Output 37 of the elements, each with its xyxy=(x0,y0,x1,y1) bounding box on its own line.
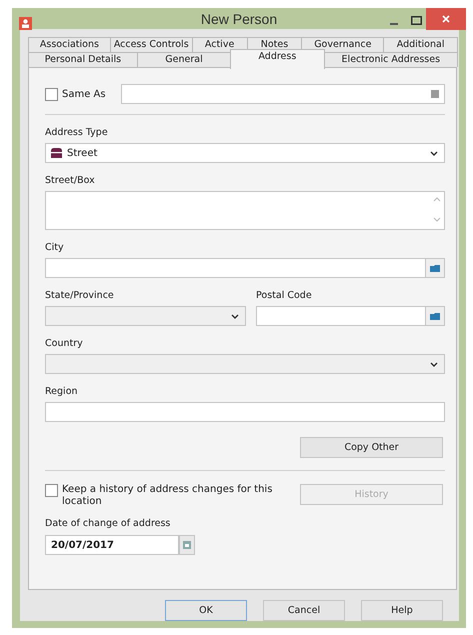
dialog-button[interactable]: OK xyxy=(165,600,247,621)
field-label: State/Province xyxy=(45,290,115,301)
calendar-button[interactable] xyxy=(179,535,195,555)
close-icon[interactable] xyxy=(426,8,466,30)
same-as-field[interactable] xyxy=(121,84,445,104)
field-label: Street/Box xyxy=(45,175,96,186)
field-label: Country xyxy=(45,338,84,349)
window-title: New Person xyxy=(200,10,278,26)
mailbox-icon xyxy=(51,148,62,158)
person-icon xyxy=(19,17,32,30)
field-label: Date of change of address xyxy=(45,518,172,529)
tab[interactable]: Personal Details xyxy=(28,52,138,67)
copy-other-button[interactable]: Copy Other xyxy=(300,437,443,458)
dialog-button[interactable]: Help xyxy=(361,600,443,621)
address-type-dropdown[interactable]: Street xyxy=(45,143,445,163)
region-field[interactable] xyxy=(45,402,445,422)
city-field[interactable] xyxy=(45,258,445,278)
checkbox-label: Keep a history of address changes for this location xyxy=(62,484,274,508)
dialog-button[interactable]: Cancel xyxy=(263,600,345,621)
tab[interactable]: Associations xyxy=(28,37,111,52)
tab[interactable]: Address xyxy=(230,49,325,69)
folder-icon[interactable] xyxy=(430,264,440,272)
maximize-icon[interactable] xyxy=(411,16,422,25)
field-label: Postal Code xyxy=(256,290,313,301)
calendar-icon xyxy=(183,541,191,549)
chevron-down-icon[interactable] xyxy=(430,150,438,156)
tab[interactable]: Electronic Addresses xyxy=(324,52,458,67)
street-box-field[interactable] xyxy=(45,191,445,230)
field-label: Address Type xyxy=(45,127,109,138)
same-as-checkbox[interactable]: Same As xyxy=(45,88,107,100)
field-label: Region xyxy=(45,386,79,397)
date-field[interactable]: 20/07/2017 xyxy=(45,535,179,555)
postal-code-field[interactable] xyxy=(256,306,445,326)
folder-icon[interactable] xyxy=(430,312,440,320)
field-label: City xyxy=(45,242,65,253)
tab[interactable]: Additional xyxy=(383,37,458,52)
history-checkbox[interactable] xyxy=(45,484,58,497)
